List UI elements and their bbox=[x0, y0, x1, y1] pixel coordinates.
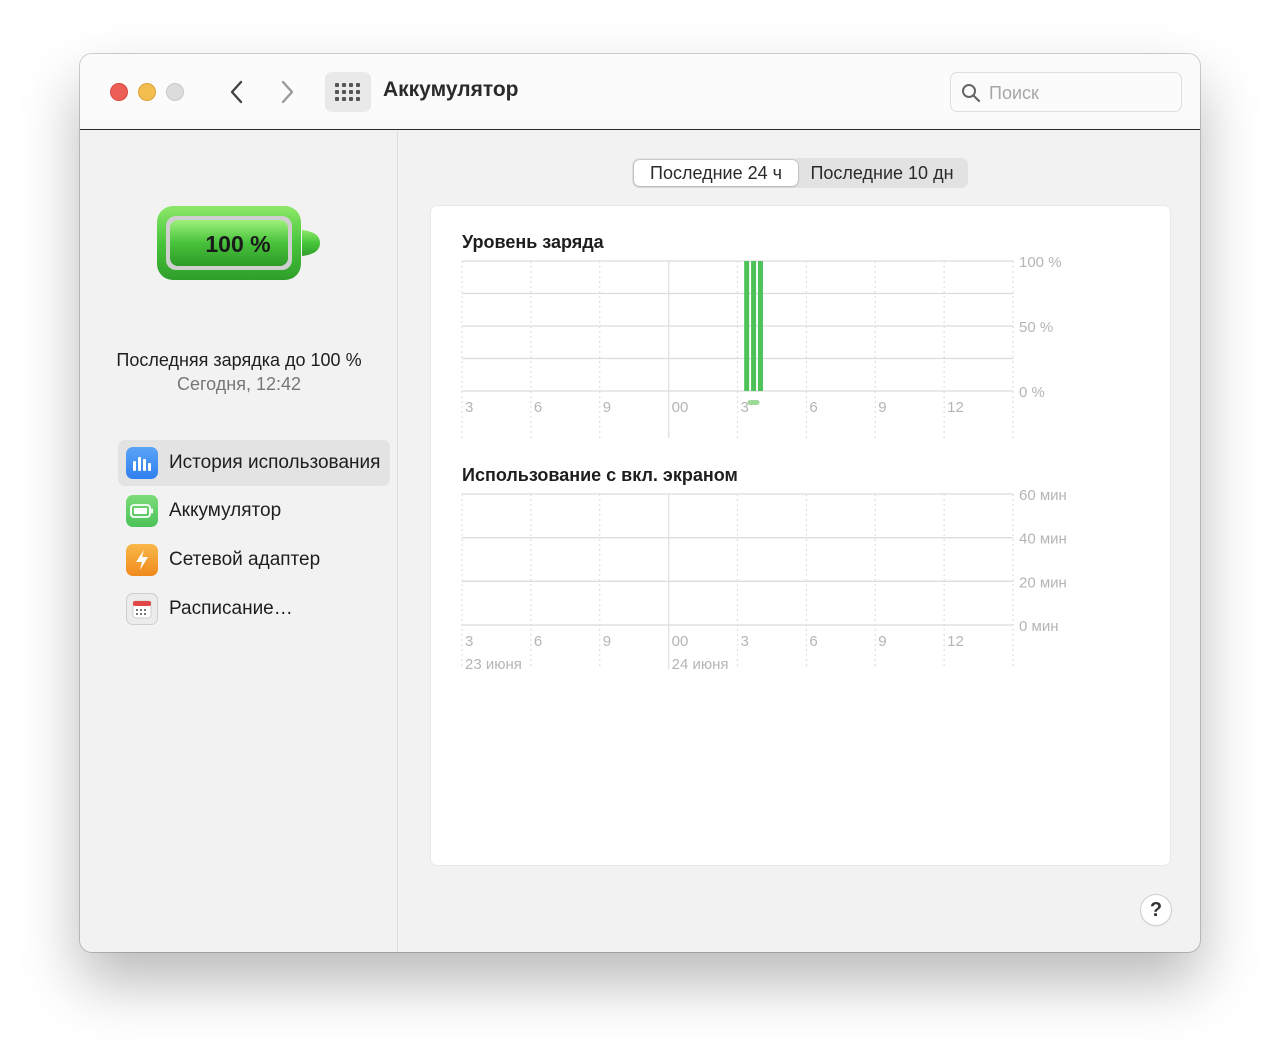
titlebar: Аккумулятор bbox=[80, 54, 1200, 130]
x-tick-label: 6 bbox=[809, 399, 817, 416]
sidebar-item-schedule[interactable]: Расписание… bbox=[118, 586, 390, 632]
charts-panel: Уровень заряда Использование с вкл. экра… bbox=[431, 206, 1170, 865]
y-tick-label: 40 мин bbox=[1019, 531, 1067, 548]
x-tick-label: 6 bbox=[534, 399, 542, 416]
last-charge-label: Последняя зарядка до 100 % bbox=[116, 350, 362, 370]
x-tick-label: 9 bbox=[878, 633, 886, 650]
x-tick-label: 6 bbox=[809, 633, 817, 650]
sidebar-item-battery[interactable]: Аккумулятор bbox=[118, 488, 390, 534]
y-tick-label: 50 % bbox=[1019, 319, 1053, 336]
sidebar-item-label: Сетевой адаптер bbox=[169, 549, 321, 570]
y-tick-label: 0 % bbox=[1019, 384, 1045, 401]
lightning-icon bbox=[126, 544, 158, 576]
close-window-button[interactable] bbox=[110, 83, 128, 101]
x-tick-label: 9 bbox=[878, 399, 886, 416]
help-button[interactable]: ? bbox=[1141, 895, 1171, 925]
y-tick-label: 60 мин bbox=[1019, 487, 1067, 504]
back-button[interactable] bbox=[222, 76, 252, 108]
x-tick-label: 9 bbox=[603, 399, 611, 416]
x-tick-label: 9 bbox=[603, 633, 611, 650]
y-tick-label: 20 мин bbox=[1019, 574, 1067, 591]
charts-svg: 100 %50 %0 %3 6 9 00 3 6 9 1260 мин40 мин20 мин… bbox=[461, 254, 1067, 673]
date-label: 23 июня bbox=[465, 656, 522, 673]
tab-last-10d[interactable]: Последние 10 дн bbox=[798, 160, 966, 186]
sidebar-item-usage-history[interactable]: История использования bbox=[118, 440, 390, 486]
chevron-left-icon bbox=[230, 80, 243, 104]
grid-icon bbox=[335, 83, 360, 101]
sidebar-item-label: История использования bbox=[169, 452, 381, 473]
battery-level-bar bbox=[744, 261, 750, 391]
x-tick-label: 00 bbox=[672, 633, 689, 650]
forward-button[interactable] bbox=[272, 76, 302, 108]
sidebar-item-label: Расписание… bbox=[169, 598, 293, 619]
bar-chart-icon bbox=[126, 447, 158, 479]
preferences-window: Аккумулятор Поиск 100 % Последняя зарядк… bbox=[80, 54, 1200, 952]
x-tick-label: 3 bbox=[741, 633, 749, 650]
x-tick-label: 6 bbox=[534, 633, 542, 650]
search-icon bbox=[962, 84, 981, 103]
x-tick-label: 12 bbox=[947, 633, 964, 650]
window-title: Аккумулятор bbox=[383, 78, 519, 101]
battery-percent-label: 100 % bbox=[205, 231, 270, 257]
time-range-segmented-control: Последние 24 ч Последние 10 дн bbox=[632, 158, 968, 188]
charging-indicator bbox=[747, 400, 760, 405]
zoom-window-button[interactable] bbox=[166, 83, 184, 101]
battery-level-bar bbox=[757, 261, 763, 391]
sidebar: 100 % Последняя зарядка до 100 % Сегодня… bbox=[80, 131, 398, 952]
x-tick-label: 12 bbox=[947, 399, 964, 416]
date-label: 24 июня bbox=[672, 656, 729, 673]
calendar-icon bbox=[126, 593, 158, 625]
chevron-right-icon bbox=[281, 80, 294, 104]
show-all-button[interactable] bbox=[325, 72, 371, 112]
sidebar-item-label: Аккумулятор bbox=[169, 500, 282, 521]
x-tick-label: 00 bbox=[672, 399, 689, 416]
sidebar-item-power-adapter[interactable]: Сетевой адаптер bbox=[118, 537, 390, 583]
battery-level-bar bbox=[751, 261, 757, 391]
x-tick-label: 3 bbox=[741, 399, 749, 416]
minimize-window-button[interactable] bbox=[138, 83, 156, 101]
x-tick-label: 3 bbox=[465, 399, 473, 416]
search-field[interactable] bbox=[950, 72, 1182, 112]
last-charge-time: Сегодня, 12:42 bbox=[176, 374, 302, 394]
search-input[interactable] bbox=[989, 81, 1169, 105]
x-tick-label: 3 bbox=[465, 633, 473, 650]
y-tick-label: 0 мин bbox=[1019, 618, 1059, 635]
battery-level-graphic: 100 % bbox=[156, 204, 322, 289]
tab-last-24h[interactable]: Последние 24 ч bbox=[634, 160, 798, 186]
y-tick-label: 100 % bbox=[1019, 254, 1062, 271]
battery-icon bbox=[126, 495, 158, 527]
